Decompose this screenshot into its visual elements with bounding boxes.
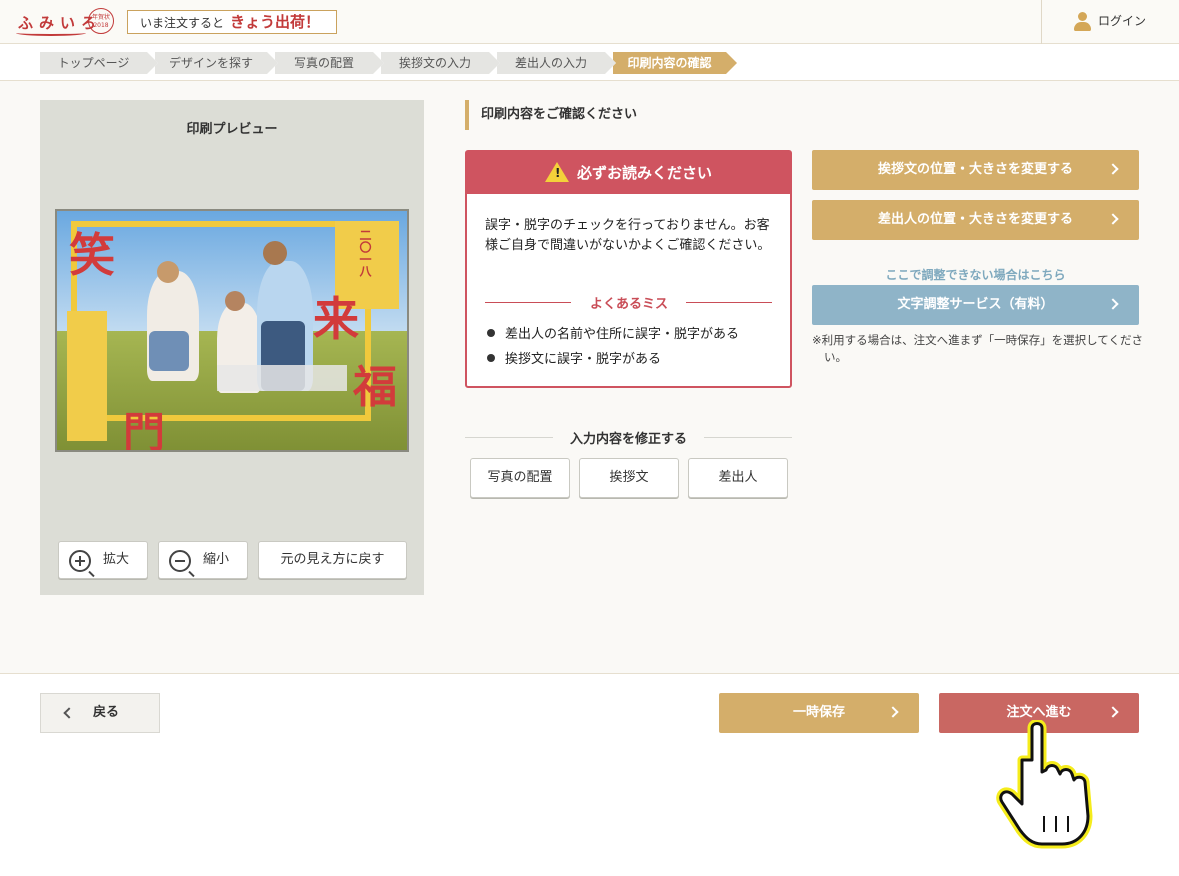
warning-title: 必ずお読みください — [576, 164, 712, 182]
card-preview-image: 笑 門 来 福 二〇一八 — [55, 209, 409, 452]
breadcrumb-greeting[interactable]: 挨拶文の入力 — [373, 52, 500, 74]
edit-greeting-button[interactable]: 挨拶文 — [579, 458, 679, 498]
preview-panel: 印刷プレビュー 笑 門 来 福 二〇一八 拡大 縮小 元の見え方に戻す — [40, 100, 424, 595]
temp-save-label: 一時保存 — [792, 705, 845, 720]
zoom-out-icon — [169, 550, 191, 572]
breadcrumb: トップページ デザインを探す 写真の配置 挨拶文の入力 差出人の入力 印刷内容の… — [40, 52, 737, 74]
user-icon — [1074, 12, 1091, 32]
back-label: 戻る — [93, 705, 120, 720]
page-title: 印刷内容をご確認ください — [465, 100, 637, 130]
sender-adjust-label: 差出人の位置・大きさを変更する — [877, 212, 1073, 227]
shipping-banner: いま注文すると きょう出荷！ — [127, 10, 337, 34]
fix-divider-right — [704, 437, 792, 438]
warning-icon: ! — [544, 162, 569, 182]
breadcrumb-confirm: 印刷内容の確認 — [605, 52, 737, 74]
card-year: 二〇一八 — [358, 229, 372, 277]
edit-photo-button[interactable]: 写真の配置 — [470, 458, 570, 498]
warning-box: ! 必ずお読みください 誤字・脱字のチェックを行っておりません。お客様ご自身で間違… — [465, 150, 792, 388]
warning-header: ! 必ずお読みください — [467, 152, 790, 194]
zoom-out-button[interactable]: 縮小 — [158, 541, 248, 579]
zoom-in-icon — [69, 550, 91, 572]
breadcrumb-top[interactable]: トップページ — [40, 52, 158, 74]
login-link[interactable]: ログイン — [1041, 0, 1179, 44]
logo-swoosh — [16, 30, 86, 36]
site-header: ふみいろ 年賀状 2018 いま注文すると きょう出荷！ ログイン — [0, 0, 1179, 44]
breadcrumb-photo[interactable]: 写真の配置 — [267, 52, 384, 74]
mistakes-divider-right — [686, 302, 772, 303]
zoom-in-button[interactable]: 拡大 — [58, 541, 148, 579]
breadcrumb-sender[interactable]: 差出人の入力 — [489, 52, 616, 74]
chevron-right-icon — [1107, 706, 1119, 718]
greeting-adjust-label: 挨拶文の位置・大きさを変更する — [877, 162, 1073, 177]
back-button[interactable]: 戻る — [40, 693, 160, 733]
zoom-in-label: 拡大 — [103, 552, 130, 567]
chevron-right-icon — [1107, 298, 1119, 310]
service-note: ※利用する場合は、注文へ進まず「一時保存」を選択してください。 — [812, 333, 1143, 364]
sender-adjust-button[interactable]: 差出人の位置・大きさを変更する — [812, 200, 1139, 240]
mistake-item-label: 差出人の名前や住所に誤字・脱字がある — [505, 327, 740, 342]
card-kanji-3: 来 — [313, 292, 359, 346]
site-logo[interactable]: ふみいろ 年賀状 2018 — [12, 6, 114, 38]
card-kanji-2: 門 — [123, 408, 166, 452]
shipping-prefix: いま注文すると — [140, 16, 225, 30]
mistake-item-label: 挨拶文に誤字・脱字がある — [505, 352, 662, 367]
logo-badge: 年賀状 2018 — [88, 8, 114, 34]
adjust-note: ここで調整できない場合はこちら — [885, 268, 1066, 282]
preview-title: 印刷プレビュー — [186, 122, 278, 137]
breadcrumb-design[interactable]: デザインを探す — [147, 52, 278, 74]
login-label: ログイン — [1098, 14, 1147, 28]
mistake-item: 差出人の名前や住所に誤字・脱字がある — [487, 323, 739, 342]
chevron-right-icon — [887, 706, 899, 718]
hand-pointer-icon — [996, 720, 1093, 849]
card-kanji-1: 笑 — [69, 228, 115, 282]
edit-sender-button[interactable]: 差出人 — [688, 458, 788, 498]
mistake-item: 挨拶文に誤字・脱字がある — [487, 348, 661, 367]
text-service-label: 文字調整サービス（有料） — [897, 297, 1054, 312]
greeting-adjust-button[interactable]: 挨拶文の位置・大きさを変更する — [812, 150, 1139, 190]
card-kanji-4: 福 — [353, 362, 397, 413]
reset-view-button[interactable]: 元の見え方に戻す — [258, 541, 407, 579]
chevron-right-icon — [1107, 213, 1119, 225]
warning-body: 誤字・脱字のチェックを行っておりません。お客様ご自身で間違いがないかよくご確認く… — [485, 218, 771, 253]
proceed-order-label: 注文へ進む — [1006, 705, 1072, 720]
zoom-out-label: 縮小 — [203, 552, 230, 567]
chevron-right-icon — [1107, 163, 1119, 175]
breadcrumb-bar: トップページ デザインを探す 写真の配置 挨拶文の入力 差出人の入力 印刷内容の… — [0, 44, 1179, 81]
temp-save-button[interactable]: 一時保存 — [719, 693, 919, 733]
text-service-button[interactable]: 文字調整サービス（有料） — [812, 285, 1139, 325]
shipping-highlight: きょう出荷！ — [230, 13, 321, 31]
chevron-left-icon — [63, 707, 75, 719]
